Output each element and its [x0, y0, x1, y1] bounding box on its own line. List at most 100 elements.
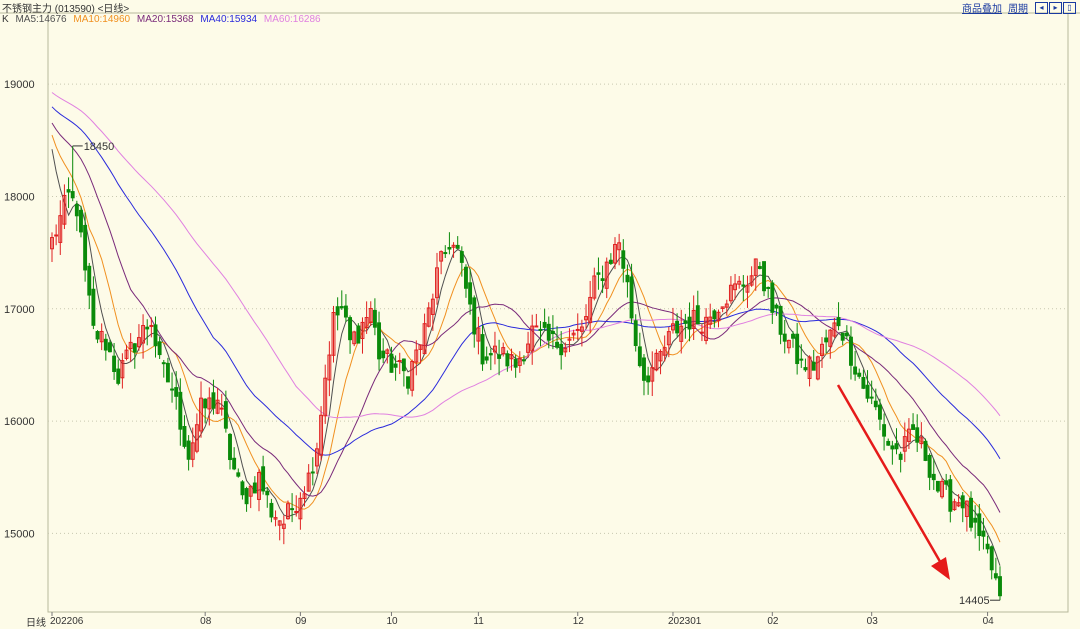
arrow-left-icon[interactable]: ◂ [1035, 1, 1048, 14]
candle-down [935, 480, 940, 492]
candle-down [165, 362, 170, 383]
candle-down [931, 473, 936, 481]
candle-up [219, 407, 224, 410]
candle-down [269, 502, 274, 518]
candle-down [261, 466, 266, 492]
x-tick-label: 03 [867, 616, 879, 627]
candle-down [799, 358, 804, 361]
candle-down [228, 433, 232, 461]
candle-down [157, 341, 162, 356]
candlestick-chart[interactable]: 15000 16000 17000 18000 19000 202206 08 09 10 11 1… [0, 0, 1080, 627]
candle-down [993, 573, 998, 579]
candle-down [186, 440, 191, 460]
legend-ma40: MA40:15934 [200, 14, 258, 25]
candle-down [459, 251, 464, 263]
x-tick-label: 12 [573, 616, 585, 627]
high-label: 18450 [84, 141, 115, 153]
candle-down [877, 404, 882, 420]
trend-arrow-shaft [836, 384, 944, 566]
x-tick-label: 02 [767, 616, 779, 627]
candle-down [223, 401, 228, 429]
x-tick-label: 202301 [668, 616, 702, 627]
candle-down [372, 309, 377, 328]
candle-down [381, 350, 386, 359]
candle-down [844, 332, 849, 337]
candle-down [695, 305, 700, 325]
candle-down [600, 278, 605, 281]
candle-down [377, 322, 381, 360]
candle-down [629, 276, 634, 319]
candle-down [927, 454, 932, 478]
candle-down [642, 357, 646, 381]
candle-down [178, 391, 183, 430]
period-link[interactable]: 周期 [1008, 0, 1028, 15]
candle-down [911, 424, 916, 430]
candle-down [112, 355, 117, 373]
legend-ma5: MA5:14676 [15, 14, 67, 25]
candle-down [401, 358, 406, 372]
candle-down [712, 310, 717, 320]
candle-down [103, 338, 108, 351]
candle-down [853, 366, 858, 375]
candle-down [633, 320, 638, 347]
candle-down [795, 333, 800, 365]
candle-down [265, 490, 270, 496]
plot-frame [47, 12, 1069, 613]
candle-down [497, 354, 502, 359]
y-tick-label: 18000 [4, 191, 35, 203]
candle-down [886, 440, 891, 446]
candle-down [488, 353, 493, 356]
candle-down [791, 333, 795, 339]
candle-down [782, 333, 787, 342]
x-tick-label: 11 [473, 616, 484, 627]
candle-down [521, 359, 526, 362]
candle-down [182, 426, 187, 447]
candle-down [95, 331, 100, 340]
candle-down [869, 396, 874, 399]
candle-down [985, 543, 990, 550]
candle-up [534, 325, 539, 328]
candle-down [244, 488, 249, 505]
candle-down [406, 376, 410, 389]
candle-down [811, 361, 816, 371]
candle-up [699, 331, 704, 334]
candle-up [575, 328, 580, 331]
candle-down [252, 482, 257, 494]
candle-down [836, 317, 841, 327]
candle-down [546, 323, 551, 341]
candle-down [687, 316, 692, 330]
candle-down [646, 375, 651, 383]
candle-down [774, 304, 779, 309]
candle-down [683, 320, 688, 324]
candle-up [54, 234, 59, 237]
candle-down [770, 282, 775, 313]
candle-down [174, 387, 179, 397]
candle-down [865, 384, 870, 399]
candle-down [637, 346, 642, 367]
candle-down [824, 337, 829, 343]
legend-ma60: MA60:16286 [263, 14, 321, 25]
trend-arrow-head [931, 557, 950, 580]
candle-down [766, 286, 771, 289]
candle-down [74, 204, 79, 217]
compare-commodity-link[interactable]: 商品叠加 [962, 0, 1002, 15]
y-tick-label: 19000 [4, 79, 35, 91]
candle-down [923, 440, 928, 461]
candle-down [108, 342, 112, 353]
ma-line-ma40 [51, 106, 1001, 460]
candle-down [538, 328, 543, 331]
candle-down [849, 336, 853, 366]
candle-down [153, 324, 158, 347]
candle-down [977, 513, 982, 536]
candle-down [757, 266, 762, 269]
candle-down [948, 479, 953, 512]
zoom-in-icon[interactable]: ▯ [1063, 1, 1076, 14]
candle-down [559, 343, 564, 356]
arrow-right-icon[interactable]: ▸ [1049, 1, 1062, 14]
candle-down [232, 457, 237, 470]
x-tick-label: 04 [983, 616, 995, 627]
candle-down [550, 330, 555, 335]
candle-down [290, 508, 295, 511]
candle-down [468, 282, 473, 305]
candle-down [973, 517, 978, 523]
